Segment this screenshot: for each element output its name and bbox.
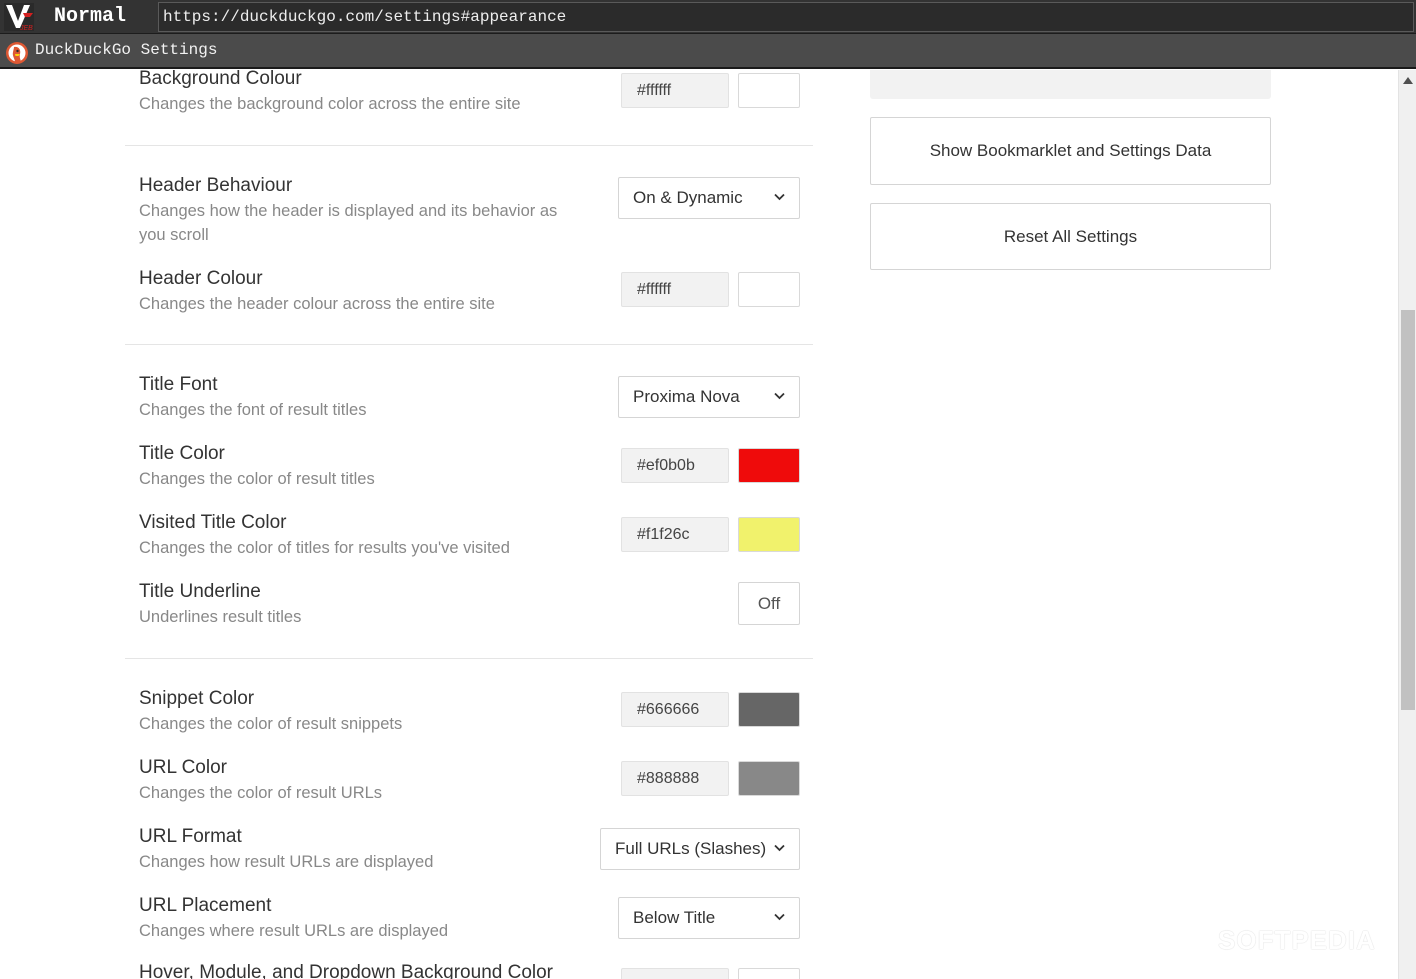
title-color-hex-input[interactable]: #ef0b0b xyxy=(621,448,729,483)
setting-title-underline: Title Underline Underlines result titles xyxy=(139,581,813,641)
setting-description: Changes the color of result URLs xyxy=(139,784,383,802)
select-value: On & Dynamic xyxy=(633,188,743,207)
url-color-swatch[interactable] xyxy=(738,761,800,796)
setting-label: Title Underline xyxy=(139,581,261,602)
section-divider xyxy=(125,145,813,146)
settings-page: Background Colour Changes the background… xyxy=(0,70,1398,979)
setting-description: Underlines result titles xyxy=(139,608,302,626)
background-colour-hex-input[interactable]: #ffffff xyxy=(621,73,729,108)
scrollbar-thumb[interactable] xyxy=(1401,310,1415,710)
section-divider xyxy=(125,344,813,345)
tab-title[interactable]: DuckDuckGo Settings xyxy=(35,41,217,59)
mode-indicator: Normal xyxy=(54,5,127,28)
setting-label: Background Colour xyxy=(139,70,302,89)
hover-bg-color-hex-input[interactable] xyxy=(621,968,729,979)
select-value: Full URLs (Slashes) xyxy=(615,839,767,858)
setting-description: Changes the color of result snippets xyxy=(139,715,403,733)
sidebar-panel xyxy=(870,70,1271,99)
duckduckgo-logo-icon xyxy=(6,42,28,64)
section-divider xyxy=(125,658,813,659)
url-color-hex-input[interactable]: #888888 xyxy=(621,761,729,796)
header-colour-swatch[interactable] xyxy=(738,272,800,307)
url-placement-select[interactable]: Below Title xyxy=(618,897,800,939)
setting-label: URL Format xyxy=(139,826,242,847)
show-bookmarklet-button[interactable]: Show Bookmarklet and Settings Data xyxy=(870,117,1271,185)
setting-label: Header Behaviour xyxy=(139,175,293,196)
setting-label: Header Colour xyxy=(139,268,263,289)
tab-bar: DuckDuckGo Settings xyxy=(0,34,1416,69)
setting-label: Title Color xyxy=(139,443,225,464)
chevron-down-icon xyxy=(774,913,785,921)
title-color-swatch[interactable] xyxy=(738,448,800,483)
setting-label: Snippet Color xyxy=(139,688,255,709)
setting-label: Title Font xyxy=(139,374,218,395)
setting-description: Changes the background color across the … xyxy=(139,95,521,113)
setting-label: Visited Title Color xyxy=(139,512,287,533)
scroll-up-arrow-icon[interactable] xyxy=(1403,77,1413,84)
visited-title-color-swatch[interactable] xyxy=(738,517,800,552)
url-bar[interactable]: https://duckduckgo.com/settings#appearan… xyxy=(158,2,1414,32)
setting-description: Changes the color of result titles xyxy=(139,470,375,488)
snippet-color-swatch[interactable] xyxy=(738,692,800,727)
setting-label: URL Placement xyxy=(139,895,272,916)
select-value: Proxima Nova xyxy=(633,387,740,406)
setting-description: Changes the color of titles for results … xyxy=(139,539,510,557)
setting-description: Changes how the header is displayed and … xyxy=(139,202,558,244)
softpedia-watermark: SOFTPEDIA xyxy=(1218,925,1376,955)
header-behaviour-select[interactable]: On & Dynamic xyxy=(618,177,800,219)
setting-description: Changes the header colour across the ent… xyxy=(139,295,495,313)
title-font-select[interactable]: Proxima Nova xyxy=(618,376,800,418)
background-colour-swatch[interactable] xyxy=(738,73,800,108)
setting-description: Changes how result URLs are displayed xyxy=(139,853,434,871)
chevron-down-icon xyxy=(774,193,785,201)
select-value: Below Title xyxy=(633,908,716,927)
url-format-select[interactable]: Full URLs (Slashes) xyxy=(600,828,800,870)
setting-description: Changes where result URLs are displayed xyxy=(139,922,449,940)
svg-text:JEB: JEB xyxy=(19,25,33,31)
header-colour-hex-input[interactable]: #ffffff xyxy=(621,272,729,307)
hover-bg-color-swatch[interactable] xyxy=(738,968,800,979)
vimperator-logo-icon: JEB xyxy=(4,3,34,31)
vertical-scrollbar[interactable] xyxy=(1398,70,1416,979)
setting-label: Hover, Module, and Dropdown Background C… xyxy=(139,962,554,979)
status-bar: JEB Normal https://duckduckgo.com/settin… xyxy=(0,0,1416,34)
visited-title-color-hex-input[interactable]: #f1f26c xyxy=(621,517,729,552)
chevron-down-icon xyxy=(774,844,785,852)
setting-description: Changes the font of result titles xyxy=(139,401,367,419)
title-underline-toggle[interactable]: Off xyxy=(738,582,800,625)
reset-all-settings-button[interactable]: Reset All Settings xyxy=(870,203,1271,270)
setting-label: URL Color xyxy=(139,757,227,778)
snippet-color-hex-input[interactable]: #666666 xyxy=(621,692,729,727)
chevron-down-icon xyxy=(774,392,785,400)
